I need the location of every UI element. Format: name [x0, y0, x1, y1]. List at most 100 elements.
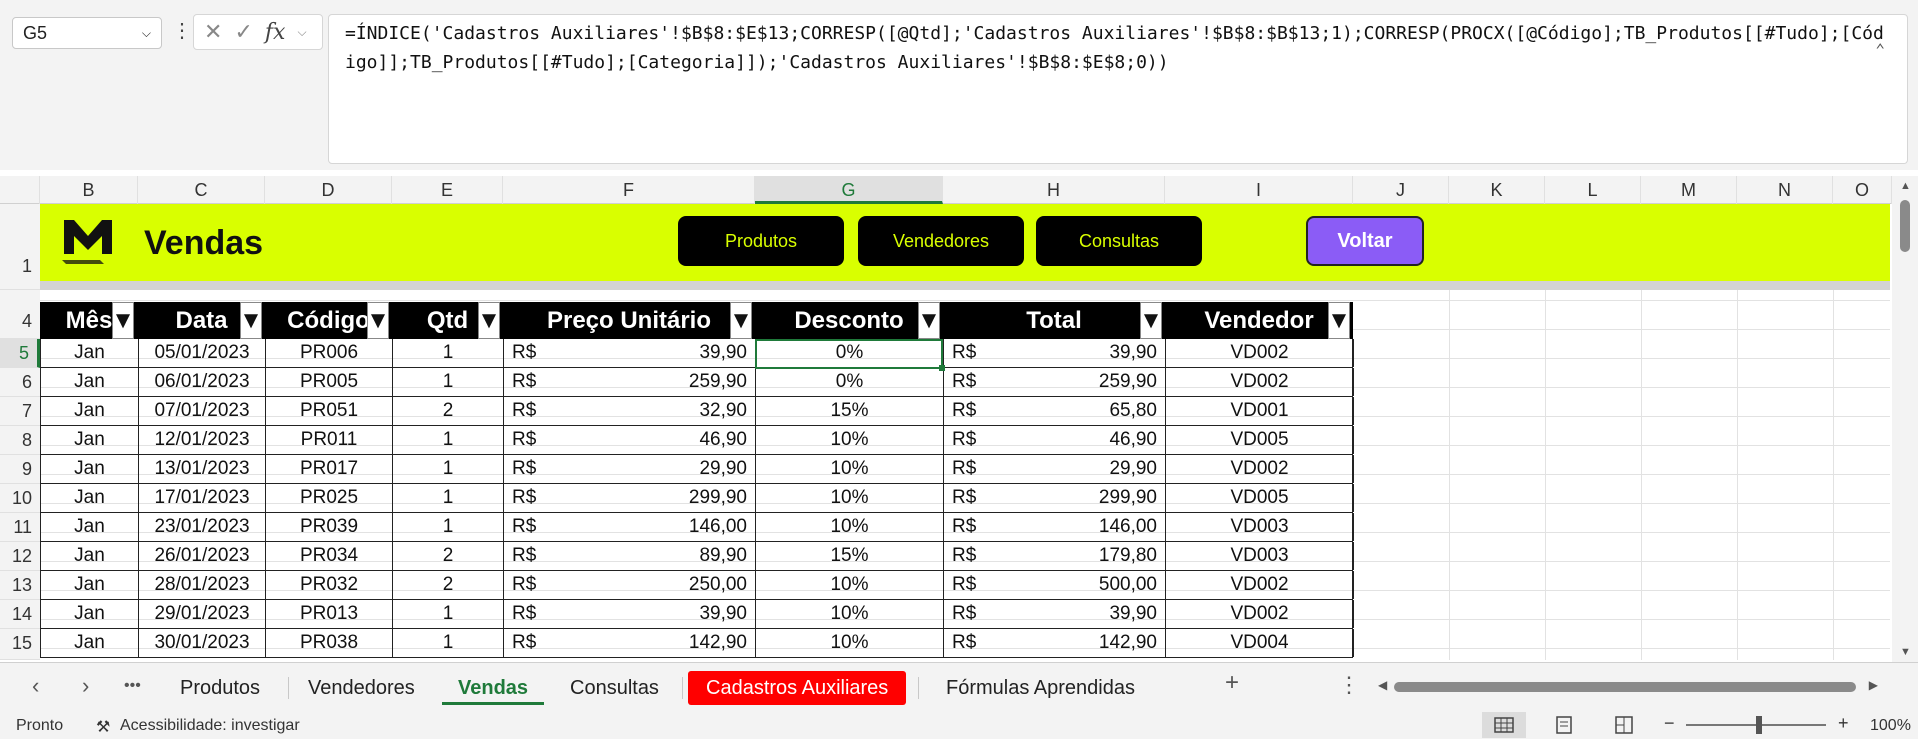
cell-desconto[interactable]: 15%: [756, 542, 944, 570]
header-total[interactable]: Total: [943, 302, 1165, 339]
zoom-slider-thumb[interactable]: [1756, 716, 1762, 734]
filter-dropdown-icon[interactable]: ▼: [239, 302, 263, 339]
cell-mes[interactable]: Jan: [41, 484, 139, 512]
collapse-formula-icon[interactable]: ⌃: [1875, 35, 1885, 64]
cell-mes[interactable]: Jan: [41, 368, 139, 396]
cell-desconto[interactable]: 10%: [756, 455, 944, 483]
cell-total[interactable]: R$ 39,90: [944, 339, 1166, 367]
row-header[interactable]: 8: [0, 426, 40, 455]
cell-qtd[interactable]: 2: [393, 571, 504, 599]
column-header[interactable]: J: [1353, 176, 1449, 204]
cell-vendedor[interactable]: VD001: [1166, 397, 1354, 425]
column-header[interactable]: K: [1449, 176, 1545, 204]
table-row[interactable]: Jan 07/01/2023 PR051 2 R$ 32,90 15% R$ 65,80 VD00…: [40, 397, 1354, 426]
filter-dropdown-icon[interactable]: ▼: [366, 302, 390, 339]
cell-codigo[interactable]: PR025: [266, 484, 393, 512]
cell-preco[interactable]: R$ 250,00: [504, 571, 756, 599]
produtos-button[interactable]: Produtos: [678, 216, 844, 266]
table-row[interactable]: Jan 13/01/2023 PR017 1 R$ 29,90 10% R$ 29,90 VD00…: [40, 455, 1354, 484]
cell-mes[interactable]: Jan: [41, 426, 139, 454]
cell-data[interactable]: 26/01/2023: [139, 542, 266, 570]
cell-vendedor[interactable]: VD002: [1166, 571, 1354, 599]
cell-qtd[interactable]: 2: [393, 397, 504, 425]
column-header[interactable]: H: [943, 176, 1165, 204]
row-header[interactable]: 12: [0, 542, 40, 571]
cell-data[interactable]: 28/01/2023: [139, 571, 266, 599]
table-row[interactable]: Jan 26/01/2023 PR034 2 R$ 89,90 15% R$ 179,80 VD0…: [40, 542, 1354, 571]
cell-desconto[interactable]: 10%: [756, 484, 944, 512]
cell-total[interactable]: R$ 142,90: [944, 629, 1166, 657]
cell-data[interactable]: 13/01/2023: [139, 455, 266, 483]
cell-mes[interactable]: Jan: [41, 629, 139, 657]
row-header[interactable]: 11: [0, 513, 40, 542]
cell-mes[interactable]: Jan: [41, 571, 139, 599]
row-header[interactable]: 7: [0, 397, 40, 426]
filter-dropdown-icon[interactable]: ▼: [1327, 302, 1351, 339]
cell-desconto[interactable]: 10%: [756, 629, 944, 657]
cell-preco[interactable]: R$ 29,90: [504, 455, 756, 483]
confirm-icon[interactable]: ✓: [234, 19, 252, 45]
cell-desconto[interactable]: 10%: [756, 571, 944, 599]
column-header-selected[interactable]: G: [755, 176, 943, 204]
scroll-up-icon[interactable]: ▲: [1900, 180, 1911, 192]
cell-preco[interactable]: R$ 299,90: [504, 484, 756, 512]
row-header[interactable]: 15: [0, 629, 40, 660]
row-header[interactable]: 4: [0, 290, 40, 339]
cell-total[interactable]: R$ 179,80: [944, 542, 1166, 570]
active-cell-cursor[interactable]: [755, 339, 945, 371]
column-header[interactable]: O: [1833, 176, 1892, 204]
cell-mes[interactable]: Jan: [41, 339, 139, 367]
zoom-out-icon[interactable]: −: [1664, 713, 1675, 734]
cancel-icon[interactable]: ✕: [204, 19, 222, 45]
cell-qtd[interactable]: 1: [393, 629, 504, 657]
row-header[interactable]: 10: [0, 484, 40, 513]
cell-preco[interactable]: R$ 46,90: [504, 426, 756, 454]
cell-desconto[interactable]: 10%: [756, 600, 944, 628]
cell-codigo[interactable]: PR032: [266, 571, 393, 599]
more-options-icon[interactable]: ⋮: [1338, 672, 1360, 698]
cell-data[interactable]: 05/01/2023: [139, 339, 266, 367]
zoom-level[interactable]: 100%: [1870, 717, 1911, 735]
cell-total[interactable]: R$ 146,00: [944, 513, 1166, 541]
column-header[interactable]: C: [138, 176, 265, 204]
table-row[interactable]: Jan 05/01/2023 PR006 1 R$ 39,90 0% R$ 39,90 VD002: [40, 339, 1354, 368]
more-options-icon[interactable]: ⋮: [172, 18, 192, 43]
column-header[interactable]: B: [40, 176, 138, 204]
cell-vendedor[interactable]: VD005: [1166, 426, 1354, 454]
cell-qtd[interactable]: 1: [393, 513, 504, 541]
filter-dropdown-icon[interactable]: ▼: [729, 302, 753, 339]
cell-total[interactable]: R$ 500,00: [944, 571, 1166, 599]
column-header[interactable]: L: [1545, 176, 1641, 204]
cell-preco[interactable]: R$ 32,90: [504, 397, 756, 425]
cell-vendedor[interactable]: VD002: [1166, 368, 1354, 396]
column-header[interactable]: D: [265, 176, 392, 204]
tab-cadastros-auxiliares[interactable]: Cadastros Auxiliares: [688, 671, 907, 705]
cell-data[interactable]: 06/01/2023: [139, 368, 266, 396]
cell-codigo[interactable]: PR005: [266, 368, 393, 396]
filter-dropdown-icon[interactable]: ▼: [477, 302, 501, 339]
row-header[interactable]: 13: [0, 571, 40, 600]
cell-vendedor[interactable]: VD002: [1166, 600, 1354, 628]
vendedores-button[interactable]: Vendedores: [858, 216, 1024, 266]
cell-vendedor[interactable]: VD002: [1166, 339, 1354, 367]
column-header[interactable]: M: [1641, 176, 1737, 204]
cell-preco[interactable]: R$ 89,90: [504, 542, 756, 570]
cell-total[interactable]: R$ 65,80: [944, 397, 1166, 425]
vertical-scrollbar[interactable]: ▲ ▼: [1892, 176, 1918, 662]
cell-qtd[interactable]: 2: [393, 542, 504, 570]
cell-total[interactable]: R$ 39,90: [944, 600, 1166, 628]
cell-codigo[interactable]: PR011: [266, 426, 393, 454]
name-box[interactable]: G5 ⌵: [12, 17, 162, 49]
tab-formulas-aprendidas[interactable]: Fórmulas Aprendidas: [930, 671, 1151, 705]
cell-data[interactable]: 17/01/2023: [139, 484, 266, 512]
cell-qtd[interactable]: 1: [393, 368, 504, 396]
cell-desconto[interactable]: 10%: [756, 426, 944, 454]
table-row[interactable]: Jan 28/01/2023 PR032 2 R$ 250,00 10% R$ 500,00 VD…: [40, 571, 1354, 600]
cell-data[interactable]: 12/01/2023: [139, 426, 266, 454]
table-row[interactable]: Jan 12/01/2023 PR011 1 R$ 46,90 10% R$ 46,90 VD00…: [40, 426, 1354, 455]
cell-desconto[interactable]: 0%: [756, 368, 944, 396]
cell-data[interactable]: 07/01/2023: [139, 397, 266, 425]
add-sheet-button[interactable]: +: [1225, 669, 1239, 697]
cell-qtd[interactable]: 1: [393, 426, 504, 454]
cell-codigo[interactable]: PR013: [266, 600, 393, 628]
